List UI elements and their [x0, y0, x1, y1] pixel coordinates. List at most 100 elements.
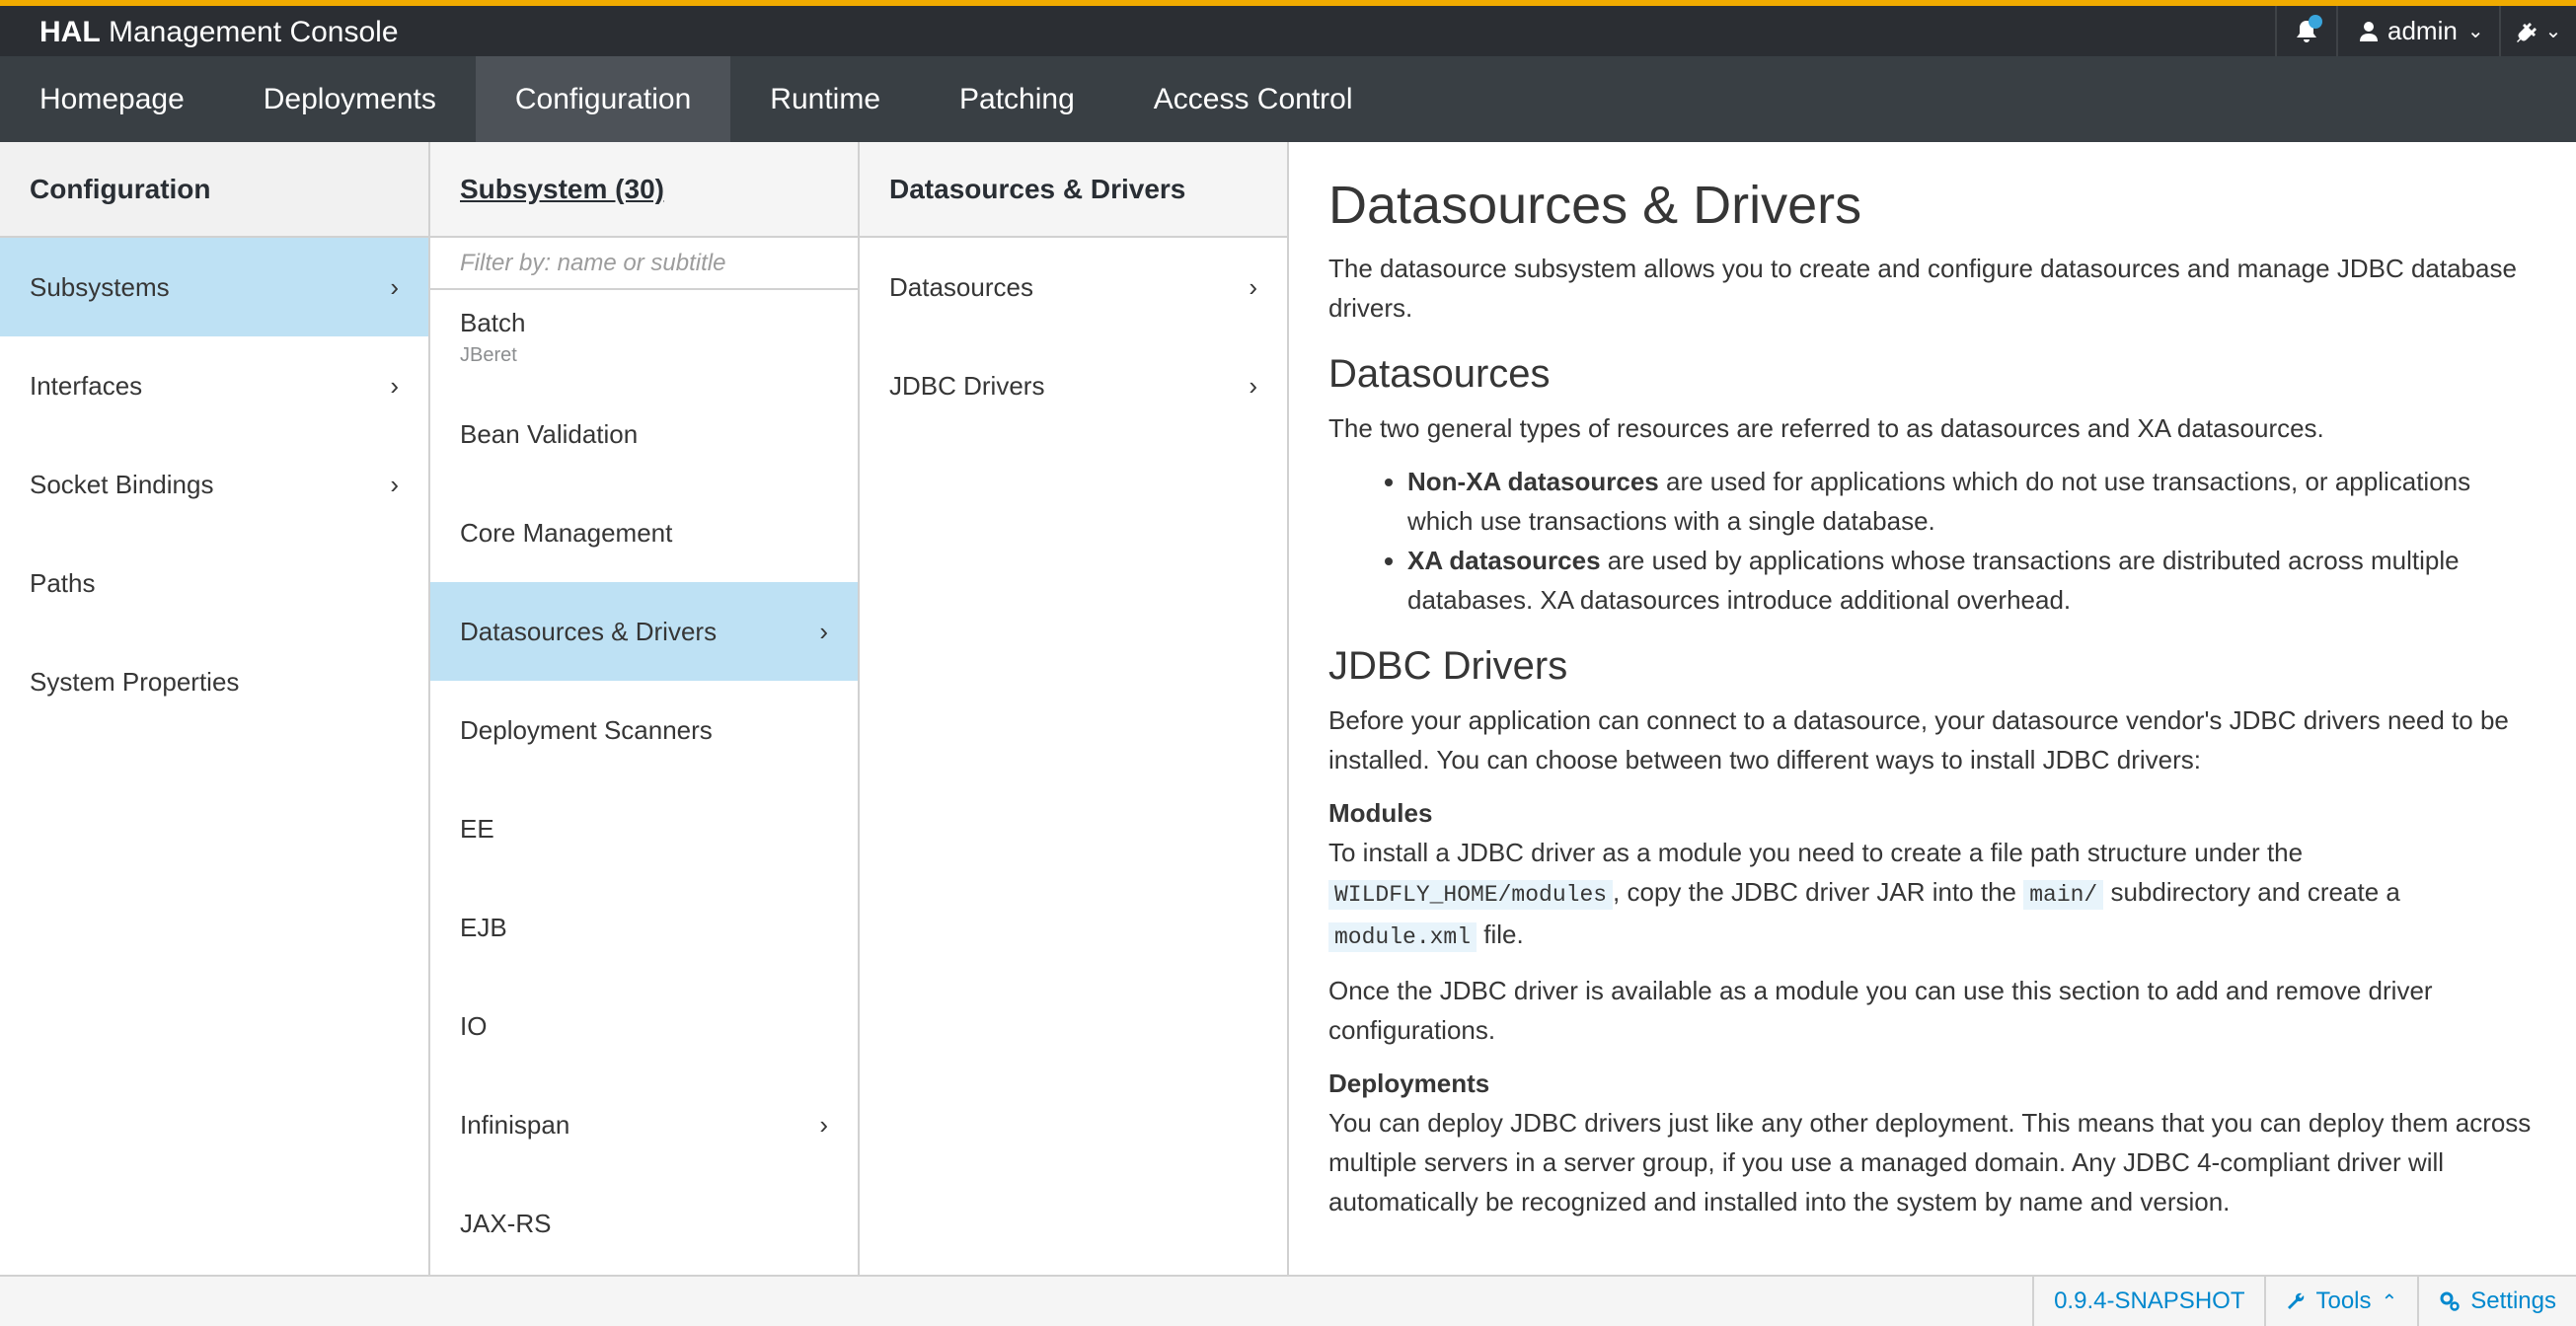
chevron-right-icon: ›	[390, 271, 399, 302]
subsystem-column: Subsystem (30) Filter by: name or subtit…	[430, 142, 860, 1275]
code-span: WILDFLY_HOME/modules	[1328, 880, 1614, 910]
column-title: Datasources & Drivers	[860, 142, 1287, 238]
list-item-label: Datasources	[889, 271, 1033, 302]
list-item-label: Core Management	[460, 517, 673, 548]
modules-text: To install a JDBC driver as a module you…	[1328, 833, 2537, 957]
deployments-heading: Deployments	[1328, 1068, 1490, 1098]
settings-button[interactable]: Settings	[2417, 1277, 2576, 1326]
user-name: admin	[2387, 16, 2458, 45]
version-label: 0.9.4-SNAPSHOT	[2054, 1288, 2245, 1314]
chevron-right-icon: ›	[819, 1109, 828, 1140]
connection-menu[interactable]: ⌄	[2499, 6, 2576, 56]
list-item-system-properties[interactable]: System Properties	[0, 632, 428, 731]
tab-access-control[interactable]: Access Control	[1114, 56, 1393, 142]
datasources-heading: Datasources	[1328, 352, 1551, 396]
version-link[interactable]: 0.9.4-SNAPSHOT	[2032, 1277, 2264, 1326]
notifications-button[interactable]	[2275, 6, 2336, 56]
list-item-deployment-scanners[interactable]: Deployment Scanners	[430, 681, 858, 779]
list-item-datasources[interactable]: Datasources ›	[860, 238, 1287, 336]
code-span: module.xml	[1328, 922, 1477, 952]
list-item: XA datasources are used by applications …	[1407, 541, 2537, 620]
list-item-socket-bindings[interactable]: Socket Bindings ›	[0, 435, 428, 534]
masthead-utilities: admin ⌄ ⌄	[2275, 6, 2576, 56]
footer: 0.9.4-SNAPSHOT Tools ⌃ Settings	[0, 1275, 2576, 1326]
chevron-right-icon: ›	[390, 469, 399, 499]
list-item-paths[interactable]: Paths	[0, 534, 428, 632]
tools-menu[interactable]: Tools ⌃	[2264, 1277, 2417, 1326]
jdbc-text: Before your application can connect to a…	[1328, 705, 2509, 774]
column-title-text[interactable]: Subsystem (30)	[460, 174, 664, 205]
list-item: Non-XA datasources are used for applicat…	[1407, 462, 2537, 541]
settings-label: Settings	[2470, 1288, 2556, 1314]
list-item-subtitle: JBeret	[460, 344, 517, 366]
list-item-bean-validation[interactable]: Bean Validation	[430, 385, 858, 483]
chevron-right-icon: ›	[390, 370, 399, 401]
text-span: file.	[1477, 920, 1524, 949]
intro-text: The datasource subsystem allows you to c…	[1328, 254, 2517, 323]
tab-configuration[interactable]: Configuration	[475, 56, 731, 142]
list-item-label: JAX-RS	[460, 1208, 552, 1238]
main-navigation: Homepage Deployments Configuration Runti…	[0, 56, 2576, 142]
column-title[interactable]: Subsystem (30)	[430, 142, 858, 238]
column-list: Filter by: name or subtitle Batch JBeret…	[430, 238, 858, 1275]
list-item-label: IO	[460, 1010, 488, 1041]
list-item-io[interactable]: IO	[430, 977, 858, 1075]
footer-links: 0.9.4-SNAPSHOT Tools ⌃ Settings	[2032, 1277, 2576, 1326]
text-span: , copy the JDBC driver JAR into the	[1613, 877, 2024, 907]
list-item-ejb[interactable]: EJB	[430, 878, 858, 977]
list-item-label: EJB	[460, 912, 507, 942]
column-title: Configuration	[0, 142, 428, 238]
list-item-jax-rs[interactable]: JAX-RS	[430, 1174, 858, 1273]
code-span: main/	[2023, 880, 2104, 910]
datasources-drivers-column: Datasources & Drivers Datasources › JDBC …	[860, 142, 1289, 1275]
datasources-text: The two general types of resources are r…	[1328, 413, 2324, 443]
datasource-types-list: Non-XA datasources are used for applicat…	[1407, 462, 2537, 620]
text-span: To install a JDBC driver as a module you…	[1328, 838, 2304, 867]
tab-patching[interactable]: Patching	[920, 56, 1114, 142]
jdbc-drivers-heading: JDBC Drivers	[1328, 644, 1568, 688]
user-icon	[2360, 21, 2378, 41]
plug-icon	[2516, 22, 2537, 42]
tab-homepage[interactable]: Homepage	[0, 56, 224, 142]
masthead: HAL Management Console admin ⌄ ⌄	[0, 0, 2576, 56]
tab-runtime[interactable]: Runtime	[730, 56, 920, 142]
text-span: subdirectory and create a	[2103, 877, 2400, 907]
preview-pane: Datasources & Drivers The datasource sub…	[1289, 142, 2576, 1275]
list-item-label: Datasources & Drivers	[460, 616, 718, 646]
brand-title[interactable]: HAL Management Console	[39, 13, 399, 52]
list-item-label: Bean Validation	[460, 418, 639, 449]
list-item-ee[interactable]: EE	[430, 779, 858, 878]
bullet-bold: XA datasources	[1407, 546, 1601, 575]
list-item-infinispan[interactable]: Infinispan ›	[430, 1075, 858, 1174]
modules-text-2: Once the JDBC driver is available as a m…	[1328, 976, 2433, 1045]
tab-deployments[interactable]: Deployments	[224, 56, 476, 142]
list-item-interfaces[interactable]: Interfaces ›	[0, 336, 428, 435]
list-item-label: Interfaces	[30, 370, 143, 401]
list-item-jdbc-drivers[interactable]: JDBC Drivers ›	[860, 336, 1287, 435]
modules-heading: Modules	[1328, 798, 1433, 828]
chevron-down-icon: ⌄	[2544, 21, 2562, 42]
list-item-batch[interactable]: Batch JBeret	[430, 290, 858, 385]
list-item-label: Paths	[30, 567, 96, 598]
list-item-datasources-drivers[interactable]: Datasources & Drivers ›	[430, 582, 858, 681]
chevron-down-icon: ⌄	[2466, 21, 2484, 42]
deployments-text: You can deploy JDBC drivers just like an…	[1328, 1108, 2532, 1216]
chevron-up-icon: ⌃	[2381, 1290, 2398, 1313]
list-item-label: Deployment Scanners	[460, 714, 713, 745]
chevron-right-icon: ›	[1249, 370, 1257, 401]
list-item-label: JDBC Drivers	[889, 370, 1045, 401]
list-item-label: EE	[460, 813, 494, 844]
list-item-label: Subsystems	[30, 271, 170, 302]
user-menu[interactable]: admin ⌄	[2336, 6, 2499, 56]
page-title: Datasources & Drivers	[1328, 176, 1862, 235]
filter-input[interactable]: Filter by: name or subtitle	[430, 238, 858, 290]
chevron-right-icon: ›	[819, 616, 828, 646]
list-item-label: Infinispan	[460, 1109, 570, 1140]
tools-label: Tools	[2315, 1288, 2372, 1314]
list-item-core-management[interactable]: Core Management	[430, 483, 858, 582]
list-item-label: Socket Bindings	[30, 469, 214, 499]
bullet-bold: Non-XA datasources	[1407, 467, 1659, 496]
notification-badge	[2309, 15, 2322, 29]
column-list: Subsystems › Interfaces › Socket Bindings ›…	[0, 238, 428, 1275]
list-item-subsystems[interactable]: Subsystems ›	[0, 238, 428, 336]
